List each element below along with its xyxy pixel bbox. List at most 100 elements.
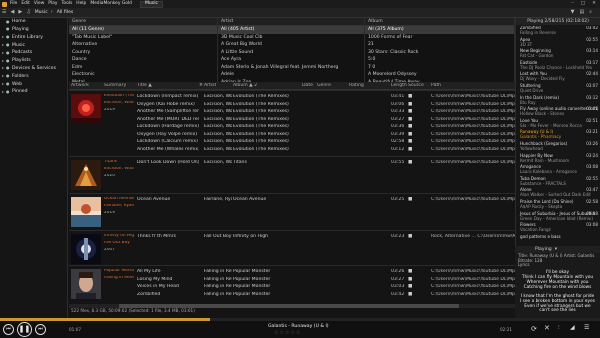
artist-filter-item[interactable]: A Great Big World [218,41,364,49]
sidebar-item-web[interactable]: ▸ ● Web [0,80,67,88]
album-filter-item[interactable]: 30 Stars: Classic Rock [365,49,514,57]
column-genre[interactable]: Genre [317,83,331,88]
sidebar-item-home[interactable]: ● Home [0,18,67,26]
back-icon[interactable]: ◀ [10,9,14,16]
album-filter-item[interactable]: 5:0 [365,56,514,64]
column-title[interactable]: Title ▲ [137,83,152,88]
table-row[interactable]: Don't Look Down (Hold On) Excision, Wooli… [69,159,515,167]
queue-item[interactable]: Fly Away (online audio converter.com) Hol… [516,106,600,118]
table-row[interactable]: Lockdown (Inmpact remix) Excision, WooliE… [69,93,515,101]
next-button[interactable]: ⏭ [35,324,46,335]
table-row[interactable]: Another Me (MORT DED remix) Excision, Woo… [69,116,515,124]
table-row[interactable]: Voices in My Head Falling in ReversePopul… [69,283,515,291]
album-filter-item[interactable]: 7 0 [365,64,514,72]
album-group[interactable]: Ocean Avenue (feat. Ryan Scott Graham)Fa… [69,193,515,229]
queue-item[interactable]: god patterns e bass [516,234,600,246]
table-row[interactable]: Another Me (Sampliftse remix) Excision, W… [69,108,515,116]
rating-stars[interactable]: ☆☆☆☆☆ [274,330,301,337]
genre-filter-item[interactable]: Dance [69,56,217,64]
table-row[interactable]: Zombified Falling in ReversePopular Monst… [69,291,515,299]
sidebar-item-music[interactable]: ▸ ● Music [0,41,67,49]
queue-item[interactable]: In the Dark (remix) Blu Ray 03:12 [516,95,600,107]
queue-item[interactable]: Zombified Falling in Reverse 03:42 [516,26,600,37]
genre-header[interactable]: Genre [69,18,217,26]
close-button[interactable]: ✕ [592,1,596,6]
artist-filter-item[interactable]: Adam Sterlo & Jonah Villegral feat. Jemm… [218,64,364,72]
table-row[interactable]: All My Life Falling in ReversePopular Mon… [69,268,515,276]
sidebar-item-playlists[interactable]: ▸ ● Playlists [0,57,67,65]
previous-button[interactable]: ⏮ [3,324,14,335]
table-row[interactable]: Lockdown (Calcium remix) Excision, WooliE… [69,138,515,146]
chevron-down-icon[interactable]: ▾ [555,247,557,252]
column-[interactable]: # [199,83,203,88]
album-header[interactable]: Album [365,18,514,26]
genre-filter-item[interactable]: Alternative [69,41,217,49]
artist-filter-item[interactable]: All (405 Artist) [218,26,364,34]
sidebar-item-playing[interactable]: ● Playing [0,26,67,34]
sidebar-item-entire-library[interactable]: ▸ ● Entire Library [0,34,67,42]
artist-filter-item[interactable]: Adele [218,71,364,79]
album-group[interactable]: Popular MonsterFalling in ReverseAll My … [69,265,515,301]
column-album[interactable]: Album ▲ 2 [233,83,257,88]
sidebar-toggle-icon[interactable]: ☰ [2,9,6,16]
table-row[interactable]: Another Me (Whales remix) Excision, Wooli… [69,146,515,154]
menu-file[interactable]: File [10,1,17,6]
search-icon[interactable]: ⌕ [589,9,592,16]
queue-item[interactable]: Tuba Demon Substance - FRACTALS 02:55 [516,176,600,188]
queue-item[interactable]: Happier By Now Kermit Rain - Mushroom 03:2… [516,153,600,165]
breadcrumb-all-files[interactable]: All files [57,10,74,15]
genre-filter-item[interactable]: All (11 Genre) [69,26,217,34]
queue-item[interactable]: Eastside The DJ Poolz Chance - Lockheld Y… [516,60,600,72]
column-path[interactable]: Path [431,83,441,88]
artist-filter-item[interactable]: A Little Sound [218,49,364,57]
queue-item[interactable]: Arrogance Laura Kalebana - Arrogance 03:08 [516,164,600,176]
queue-item[interactable]: New Beginning Fat Cat - Gordon 03:14 [516,48,600,60]
table-row[interactable]: Ocean AvenueFairlane, Ryan Scott Gr...Oc… [69,196,515,204]
album-group[interactable]: Evolution (The Remixes)Excision, Wooli20… [69,90,515,154]
playlist-icon[interactable]: ☰ [584,324,589,332]
queue-item[interactable]: Stuttering Quiet Drive 03:07 [516,83,600,95]
column-artwork[interactable]: Artwork [71,83,89,88]
view-options-icon[interactable]: ▤ [579,9,584,16]
menu-play[interactable]: Play [48,1,57,6]
breadcrumb-music[interactable]: Music [35,10,48,15]
column-date[interactable]: Date [302,83,313,88]
menu-tools[interactable]: Tools [61,1,72,6]
genre-filter-item[interactable]: Country [69,49,217,57]
sidebar-item-devices-services[interactable]: ▸ ● Devices & Services [0,65,67,73]
table-row[interactable]: Oxygen (Kai Hobe remix) Excision, WooliEv… [69,101,515,109]
column-source[interactable]: Source [408,83,424,88]
genre-filter-item[interactable]: Edm [69,64,217,72]
sidebar-item-podcasts[interactable]: ▸ ● Podcasts [0,49,67,57]
forward-icon[interactable]: ▶ [18,9,22,16]
album-group[interactable]: Infinity on High Fall Out Boy 2007 Thnks fr… [69,230,515,266]
artist-filter-item[interactable]: 3D Music Cool Clb [218,34,364,42]
now-playing-list[interactable]: Zombified Falling in Reverse 03:42 Apex 3D 3… [516,26,600,248]
artist-filter-item[interactable]: Ace Ayra [218,56,364,64]
queue-item[interactable]: Hunchback (Gregarios) Yellowhead 03:26 [516,141,600,153]
tab-music[interactable]: Music [139,0,164,8]
filter-icon[interactable]: ▼ [571,9,575,16]
shuffle-icon[interactable]: ✕ [544,324,550,332]
queue-item[interactable]: Flowers Vacation Fangz 03:08 [516,222,600,234]
pause-button[interactable]: ❚❚ [17,322,32,337]
table-row[interactable]: Losing My Mind Falling in ReversePopular … [69,276,515,284]
minimize-button[interactable]: – [572,1,574,6]
queue-item[interactable]: Love You Slo - Mo Fever - Monroe Rocca 02:… [516,118,600,130]
maximize-button[interactable]: □ [581,1,585,6]
track-list[interactable]: Evolution (The Remixes)Excision, Wooli20… [69,90,515,304]
album-group[interactable]: Titans Excision, Wooli 2020 Don't Look Down… [69,156,515,192]
table-row[interactable]: Thnks fr th Mmrs Fall Out Boy Infinity on … [69,233,515,241]
queue-item[interactable]: Praise the Lord (Da Shine) A$AP Rocky - S… [516,199,600,211]
queue-item[interactable]: Apex 3D 3T 02:55 [516,37,600,49]
volume-icon[interactable]: ◢ [570,324,575,332]
album-filter-item[interactable]: All (375 Album) [365,26,514,34]
genre-filter-item[interactable]: "Tab Music Label" [69,34,217,42]
column-rating[interactable]: Rating [349,83,364,88]
column-summary[interactable]: Summary [104,83,126,88]
column-length[interactable]: Length [391,83,407,88]
queue-item[interactable]: Alone Alan Walker - Sorted Out Dark Edit 0… [516,188,600,199]
artist-header[interactable]: Artist [218,18,364,26]
sidebar-item-pinned[interactable]: ▸ ● Pinned [0,88,67,96]
genre-filter-item[interactable]: Electronic [69,71,217,79]
